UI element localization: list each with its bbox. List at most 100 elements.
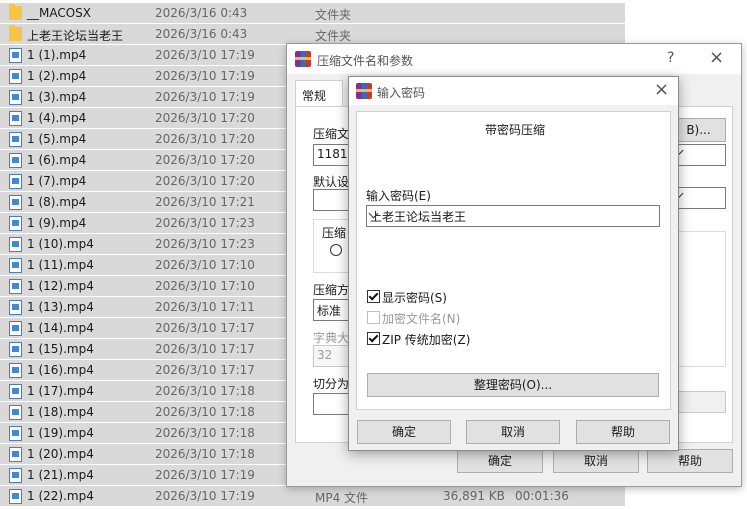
winrar-icon bbox=[295, 51, 311, 67]
profile-dropdown[interactable] bbox=[671, 187, 726, 209]
ok-button[interactable]: 确定 bbox=[457, 449, 543, 473]
file-date: 2026/3/10 17:19 bbox=[155, 489, 255, 503]
password-dialog-title: 输入密码 bbox=[377, 86, 426, 100]
folder-icon bbox=[9, 25, 22, 41]
format-radio[interactable] bbox=[330, 244, 342, 256]
video-file-icon bbox=[9, 384, 22, 399]
default-profile-label: 默认设 bbox=[313, 175, 350, 189]
file-date: 2026/3/10 17:18 bbox=[155, 426, 255, 440]
video-file-icon bbox=[9, 489, 22, 504]
video-file-icon bbox=[9, 48, 22, 63]
options-group bbox=[671, 231, 726, 367]
file-name: 1 (22).mp4 bbox=[27, 489, 94, 503]
video-file-icon bbox=[9, 216, 22, 231]
password-dialog: 输入密码 × 带密码压缩 输入密码(E) 上老王论坛当老王 显示密码(S) 加密… bbox=[348, 76, 679, 451]
file-date: 2026/3/10 17:19 bbox=[155, 90, 255, 104]
file-name: 1 (8).mp4 bbox=[27, 195, 87, 209]
encrypt-filenames-checkbox[interactable] bbox=[367, 311, 380, 324]
file-duration: 00:01:36 bbox=[515, 489, 569, 503]
method-label: 压缩方 bbox=[313, 283, 350, 297]
file-date: 2026/3/16 0:43 bbox=[155, 6, 248, 20]
dictionary-label: 字典大 bbox=[313, 331, 350, 345]
video-file-icon bbox=[9, 279, 22, 294]
file-row[interactable]: 1 (22).mp4 2026/3/10 17:19 MP4 文件 36,891 KB… bbox=[0, 486, 625, 506]
archive-dialog-titlebar[interactable]: 压缩文件名和参数 ? × bbox=[287, 44, 741, 74]
video-file-icon bbox=[9, 174, 22, 189]
file-name: __MACOSX bbox=[27, 6, 92, 20]
folder-icon bbox=[9, 4, 22, 20]
video-file-icon bbox=[9, 258, 22, 273]
help-button[interactable]: 帮助 bbox=[576, 420, 670, 444]
video-file-icon bbox=[9, 447, 22, 462]
file-name: 1 (18).mp4 bbox=[27, 405, 94, 419]
video-file-icon bbox=[9, 405, 22, 420]
file-name: 1 (2).mp4 bbox=[27, 69, 87, 83]
file-name: 1 (21).mp4 bbox=[27, 468, 94, 482]
password-dialog-titlebar[interactable]: 输入密码 × bbox=[349, 77, 678, 105]
file-type: MP4 文件 bbox=[315, 491, 369, 505]
file-name: 1 (13).mp4 bbox=[27, 300, 94, 314]
file-name: 1 (14).mp4 bbox=[27, 321, 94, 335]
file-date: 2026/3/10 17:10 bbox=[155, 258, 255, 272]
file-type: 文件夹 bbox=[315, 29, 352, 43]
file-name: 1 (19).mp4 bbox=[27, 426, 94, 440]
winrar-icon bbox=[356, 83, 372, 99]
file-name: 1 (11).mp4 bbox=[27, 258, 94, 272]
encrypt-filenames-label: 加密文件名(N) bbox=[382, 312, 461, 326]
format-label: 压缩 bbox=[322, 226, 347, 240]
file-name: 1 (9).mp4 bbox=[27, 216, 87, 230]
video-file-icon bbox=[9, 237, 22, 252]
video-file-icon bbox=[9, 342, 22, 357]
file-name: 1 (5).mp4 bbox=[27, 132, 87, 146]
file-date: 2026/3/10 17:20 bbox=[155, 174, 255, 188]
browse-button[interactable]: B)... bbox=[671, 118, 726, 142]
file-date: 2026/3/10 17:23 bbox=[155, 237, 255, 251]
archive-name-dropdown[interactable] bbox=[671, 144, 726, 166]
options-button[interactable] bbox=[671, 391, 726, 413]
file-date: 2026/3/10 17:20 bbox=[155, 153, 255, 167]
help-icon[interactable]: ? bbox=[667, 50, 674, 66]
file-date: 2026/3/10 17:10 bbox=[155, 279, 255, 293]
file-date: 2026/3/10 17:17 bbox=[155, 342, 255, 356]
close-icon[interactable]: × bbox=[709, 47, 724, 68]
show-password-checkbox[interactable] bbox=[367, 290, 380, 303]
help-button[interactable]: 帮助 bbox=[647, 449, 733, 473]
file-name: 1 (17).mp4 bbox=[27, 384, 94, 398]
file-date: 2026/3/10 17:23 bbox=[155, 216, 255, 230]
organize-passwords-button[interactable]: 整理密码(O)... bbox=[367, 373, 659, 397]
file-date: 2026/3/16 0:43 bbox=[155, 27, 248, 41]
video-file-icon bbox=[9, 426, 22, 441]
file-date: 2026/3/10 17:18 bbox=[155, 447, 255, 461]
file-row[interactable]: __MACOSX 2026/3/16 0:43 文件夹 bbox=[0, 3, 625, 23]
password-input[interactable]: 上老王论坛当老王 bbox=[366, 205, 660, 227]
video-file-icon bbox=[9, 132, 22, 147]
close-icon[interactable]: × bbox=[654, 79, 669, 100]
cancel-button[interactable]: 取消 bbox=[466, 420, 560, 444]
archive-dialog-title: 压缩文件名和参数 bbox=[317, 54, 414, 68]
split-label: 切分为 bbox=[313, 377, 350, 391]
file-name: 1 (6).mp4 bbox=[27, 153, 87, 167]
file-type: 文件夹 bbox=[315, 8, 352, 22]
video-file-icon bbox=[9, 300, 22, 315]
tab-general[interactable]: 常规 bbox=[295, 80, 343, 107]
password-label: 输入密码(E) bbox=[366, 189, 431, 203]
show-password-label: 显示密码(S) bbox=[382, 291, 447, 305]
file-date: 2026/3/10 17:11 bbox=[155, 300, 255, 314]
zip-legacy-checkbox[interactable] bbox=[367, 332, 380, 345]
file-name: 1 (3).mp4 bbox=[27, 90, 87, 104]
file-name: 1 (10).mp4 bbox=[27, 237, 94, 251]
file-name: 1 (20).mp4 bbox=[27, 447, 94, 461]
video-file-icon bbox=[9, 69, 22, 84]
file-date: 2026/3/10 17:18 bbox=[155, 384, 255, 398]
password-panel: 带密码压缩 输入密码(E) 上老王论坛当老王 显示密码(S) 加密文件名(N) … bbox=[356, 111, 671, 410]
file-name: 1 (15).mp4 bbox=[27, 342, 94, 356]
cancel-button[interactable]: 取消 bbox=[553, 449, 639, 473]
file-date: 2026/3/10 17:17 bbox=[155, 321, 255, 335]
file-size: 36,891 KB bbox=[443, 489, 505, 503]
file-name: 1 (12).mp4 bbox=[27, 279, 94, 293]
zip-legacy-label: ZIP 传统加密(Z) bbox=[382, 333, 471, 347]
ok-button[interactable]: 确定 bbox=[357, 420, 451, 444]
file-row[interactable]: 上老王论坛当老王 2026/3/16 0:43 文件夹 bbox=[0, 24, 625, 44]
video-file-icon bbox=[9, 90, 22, 105]
video-file-icon bbox=[9, 321, 22, 336]
